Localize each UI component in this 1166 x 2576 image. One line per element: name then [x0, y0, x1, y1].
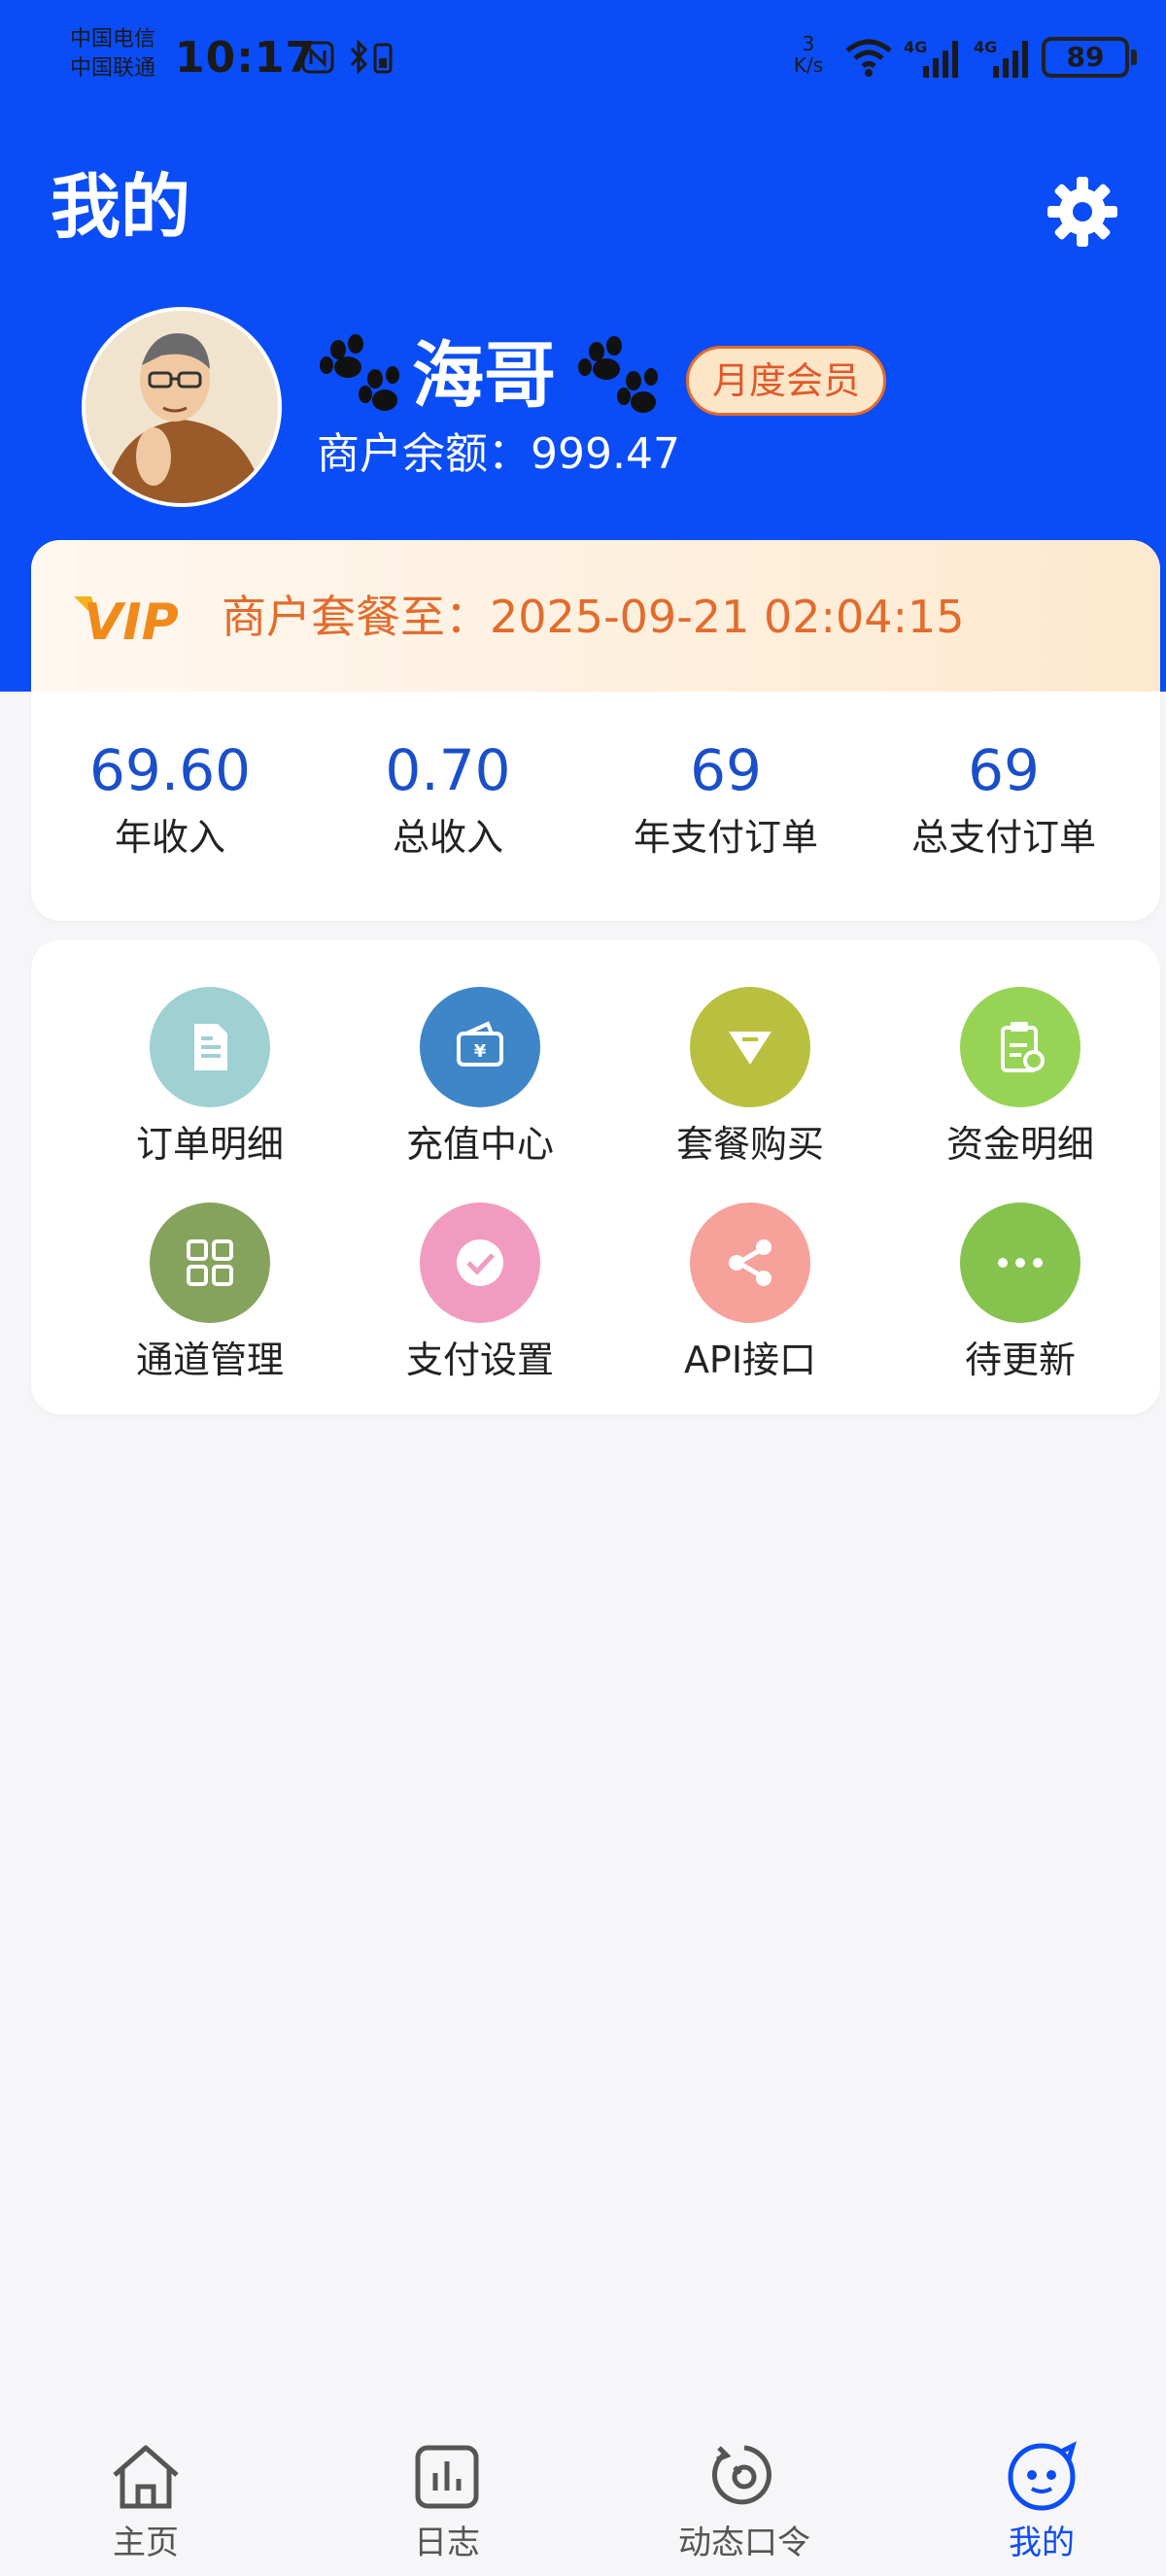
carrier-1: 中国电信 [70, 27, 156, 51]
menu-icon-bg [960, 987, 1080, 1107]
network-speed: 3 K/s [783, 33, 834, 76]
menu-icon-bg [420, 1203, 540, 1323]
stat-label: 总支付订单 [910, 816, 1096, 859]
grid-icon [187, 1239, 233, 1286]
home-icon [113, 2445, 179, 2509]
share-icon [729, 1239, 772, 1286]
clipboard-icon [1001, 1022, 1045, 1072]
gear-icon[interactable] [1046, 175, 1119, 249]
user-name: 海哥 [412, 334, 556, 418]
avatar[interactable] [82, 307, 282, 507]
nav-mine[interactable]: 我的 [896, 2413, 1166, 2576]
vip-banner[interactable]: VIP 商户套餐至：2025-09-21 02:04:15 [31, 540, 1160, 692]
svg-text:¥: ¥ [474, 1041, 487, 1062]
menu-icon-bg [690, 1203, 810, 1323]
menu-fund-details[interactable]: 资金明细 [904, 940, 1137, 1166]
stat-year-orders[interactable]: 69 年支付订单 [587, 734, 865, 864]
paw-icon [578, 336, 658, 413]
member-badge[interactable]: 月度会员 [686, 346, 886, 416]
menu-icon-bg [690, 987, 810, 1107]
nfc-icon [301, 41, 334, 74]
stat-label: 年支付订单 [633, 816, 818, 859]
battery-tip [1131, 50, 1137, 65]
stat-value: 69 [968, 737, 1040, 803]
nav-label: 动态口令 [678, 2524, 810, 2562]
signal-icon-1: 4G [904, 38, 958, 78]
menu-label: 通道管理 [135, 1339, 284, 1381]
stat-label: 年收入 [114, 816, 225, 859]
nav-dynamic-token[interactable]: 动态口令 [599, 2413, 890, 2576]
merchant-balance: 商户余额：999.47 [317, 429, 680, 479]
chart-icon [415, 2445, 479, 2509]
stat-year-income[interactable]: 69.60 年收入 [31, 734, 309, 864]
carrier-2: 中国联通 [70, 56, 156, 81]
menu-icon-bg: ¥ [420, 987, 540, 1107]
page-title: 我的 [51, 166, 191, 248]
menu-order-details[interactable]: 订单明细 [93, 940, 326, 1166]
menu-icon-bg [150, 1203, 270, 1323]
menu-payment-settings[interactable]: 支付设置 [363, 1156, 597, 1381]
vip-expiry: 商户套餐至：2025-09-21 02:04:15 [222, 591, 965, 643]
stat-label: 总收入 [392, 816, 503, 859]
vip-logo-text: VIP [84, 593, 179, 651]
menu-api[interactable]: API接口 [634, 1156, 867, 1381]
speed-value: 3 [802, 32, 815, 55]
avatar-illustration [86, 311, 278, 503]
menu-label: 支付设置 [405, 1339, 554, 1381]
menu-label: API接口 [683, 1339, 817, 1381]
wallet-icon: ¥ [457, 1021, 503, 1067]
menu-recharge-center[interactable]: ¥ 充值中心 [363, 940, 597, 1166]
menu-package-purchase[interactable]: 套餐购买 [634, 940, 867, 1166]
carrier-info: 中国电信 中国联通 [70, 25, 155, 84]
check-circle-icon [457, 1239, 503, 1286]
nav-home[interactable]: 主页 [0, 2413, 292, 2576]
signal-icon-2: 4G [974, 38, 1028, 78]
vip-logo-icon: VIP [74, 593, 179, 651]
stat-value: 69.60 [88, 737, 252, 803]
menu-label: 待更新 [964, 1339, 1076, 1381]
network-type-1: 4G [904, 38, 927, 56]
stat-value: 0.70 [385, 737, 511, 803]
paw-icon [320, 334, 399, 411]
token-icon [711, 2445, 772, 2505]
wifi-icon [845, 39, 892, 77]
stat-value: 69 [690, 737, 762, 803]
more-icon [998, 1258, 1043, 1268]
status-bar: 中国电信 中国联通 10:17 3 K/s 4G 4G 89 [0, 0, 1166, 117]
speed-unit: K/s [793, 53, 824, 77]
status-time: 10:17 [175, 33, 317, 83]
menu-icon-bg [150, 987, 270, 1107]
bluetooth-icon [350, 39, 393, 75]
nav-label: 我的 [1009, 2524, 1075, 2562]
feature-menu-card: 订单明细 ¥ 充值中心 套餐购买 资金明细 通道管理 支付设置 API接口 待更… [31, 940, 1160, 1414]
nav-log[interactable]: 日志 [301, 2413, 593, 2576]
nav-label: 主页 [113, 2524, 179, 2562]
bottom-nav: 主页 日志 动态口令 我的 [0, 2413, 1166, 2576]
nav-label: 日志 [414, 2524, 480, 2562]
diamond-icon [729, 1032, 772, 1065]
stat-total-income[interactable]: 0.70 总收入 [309, 734, 587, 864]
stats-card: VIP 商户套餐至：2025-09-21 02:04:15 69.60 年收入 … [31, 540, 1160, 921]
smiley-icon [1008, 2441, 1077, 2511]
document-icon [194, 1024, 227, 1070]
battery-icon: 89 [1042, 37, 1129, 78]
stat-total-orders[interactable]: 69 总支付订单 [865, 734, 1143, 864]
network-type-2: 4G [974, 38, 997, 56]
menu-channel-management[interactable]: 通道管理 [93, 1156, 326, 1381]
menu-coming-soon[interactable]: 待更新 [904, 1156, 1137, 1381]
menu-icon-bg [960, 1203, 1080, 1323]
